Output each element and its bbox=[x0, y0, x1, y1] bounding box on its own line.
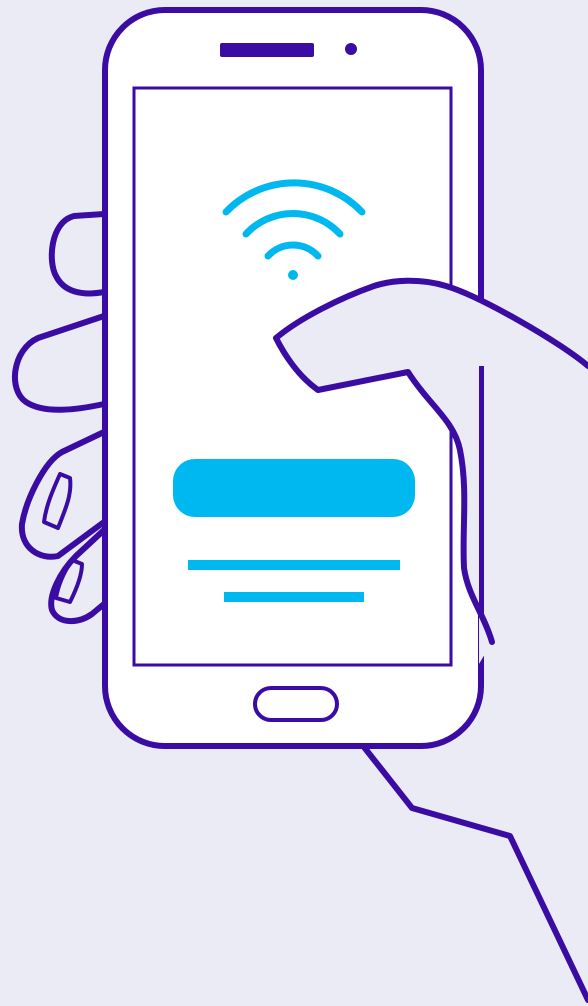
home-button[interactable] bbox=[253, 686, 339, 722]
screen-text-line-2 bbox=[224, 592, 364, 602]
screen-text-line-1 bbox=[188, 560, 400, 570]
phone-in-hand-illustration bbox=[11, 7, 588, 1003]
screen-action-button[interactable] bbox=[173, 459, 415, 517]
arm-outline bbox=[357, 739, 588, 1003]
finger-middle bbox=[11, 313, 105, 413]
finger-index bbox=[48, 211, 105, 297]
phone-screen bbox=[132, 86, 453, 667]
camera-dot bbox=[345, 43, 357, 55]
speaker-slot bbox=[220, 43, 314, 57]
